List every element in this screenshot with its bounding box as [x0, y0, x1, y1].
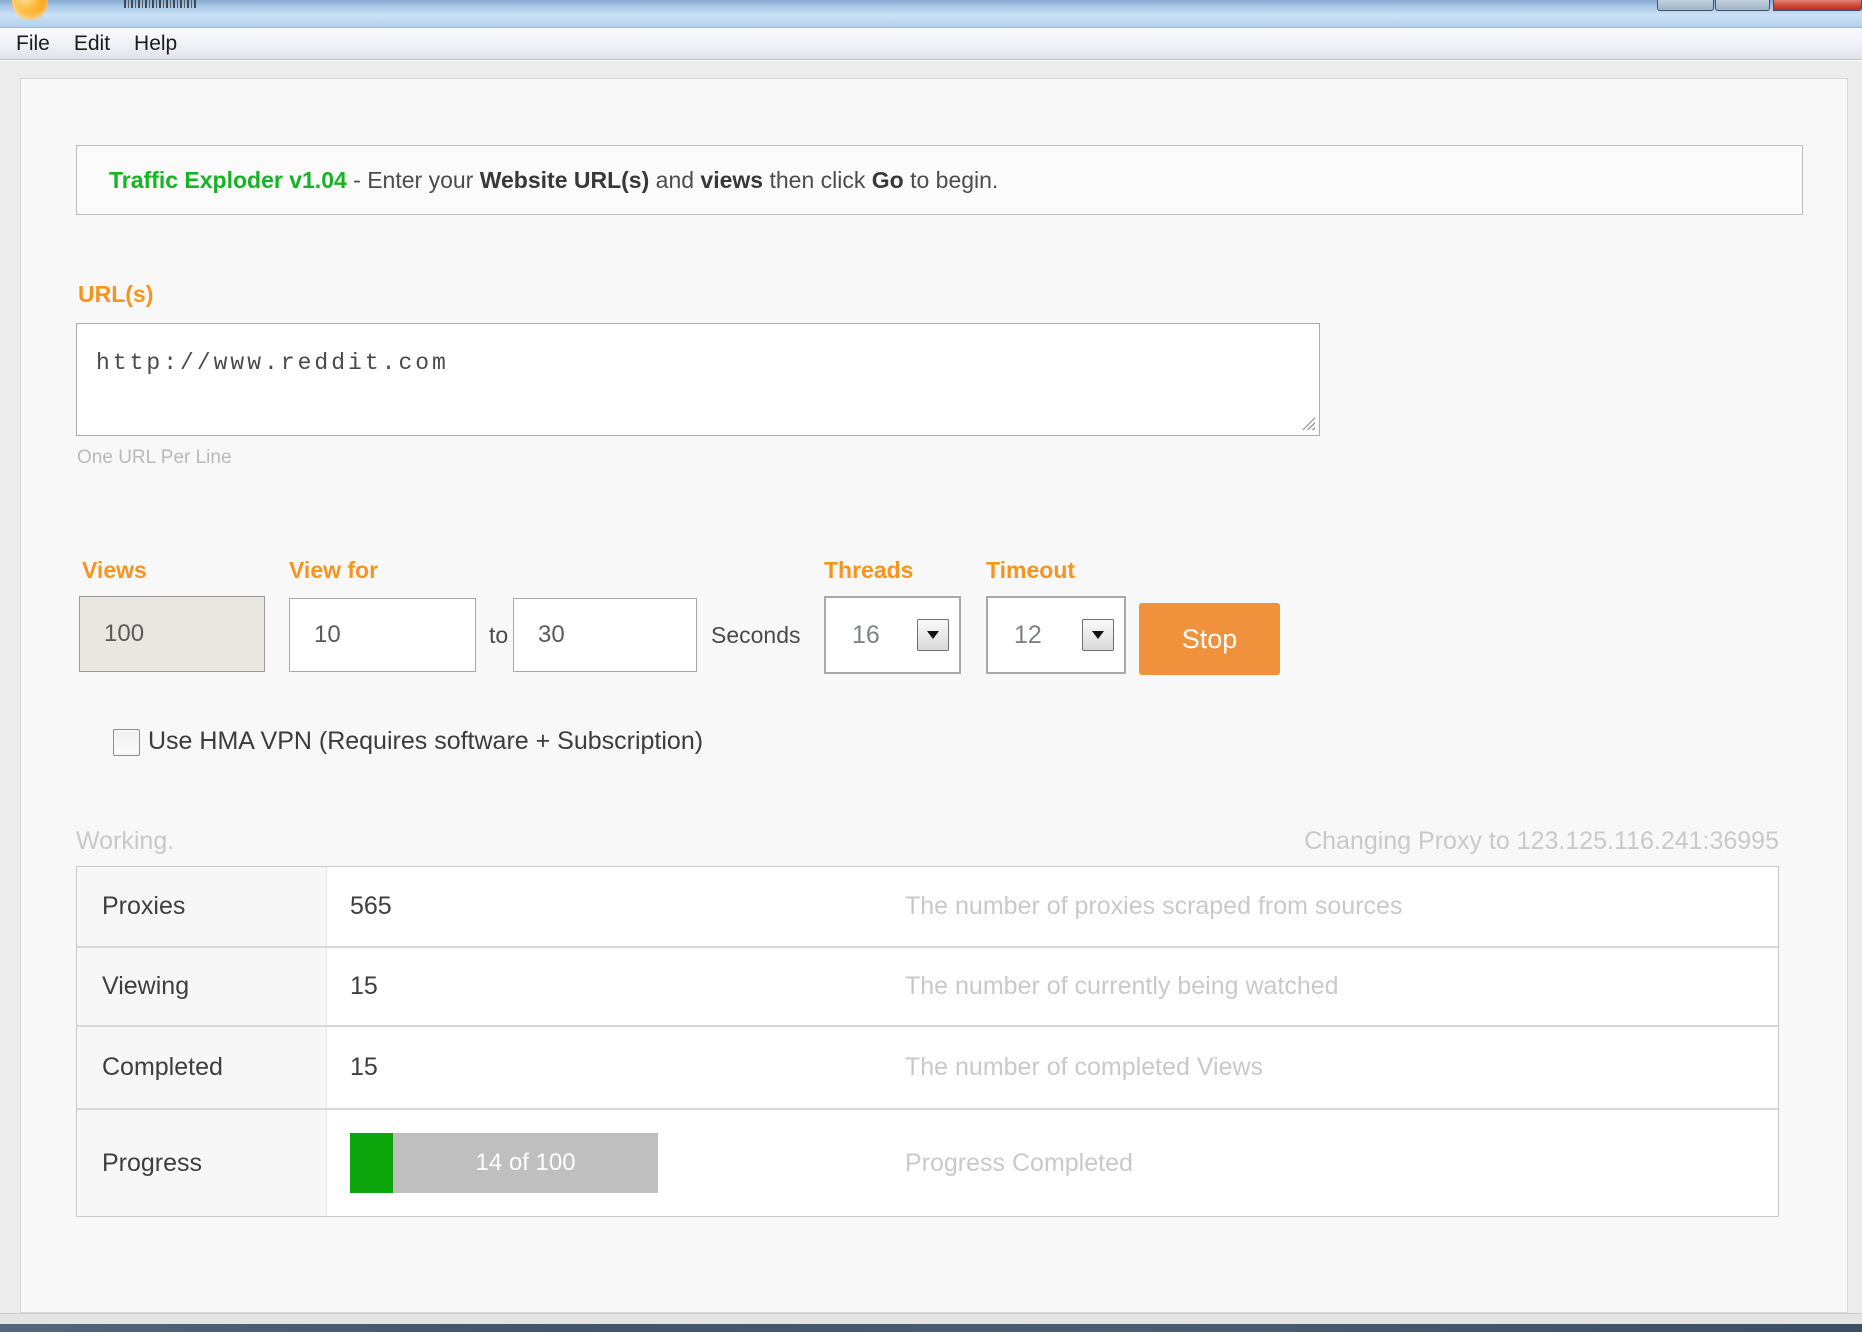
status-working: Working.: [76, 827, 174, 856]
main-panel: Traffic Exploder v1.04 - Enter your Webs…: [20, 78, 1848, 1313]
row-value: 565: [327, 892, 905, 921]
urls-hint: One URL Per Line: [77, 447, 232, 469]
to-label: to: [489, 598, 508, 672]
header-text: and: [649, 167, 700, 194]
row-value: 15: [327, 1053, 905, 1082]
row-label: Completed: [77, 1027, 327, 1108]
taskbar-edge: [0, 1324, 1862, 1332]
table-row-completed: Completed 15 The number of completed Vie…: [77, 1025, 1778, 1108]
header-bold-url: Website URL(s): [480, 167, 650, 194]
chevron-down-icon: [1092, 631, 1104, 639]
header-text: - Enter your: [347, 167, 480, 194]
row-description: Progress Completed: [905, 1149, 1778, 1178]
app-logo-icon: [12, 0, 48, 20]
minimize-button[interactable]: [1657, 0, 1714, 11]
threads-dropdown-button[interactable]: [917, 619, 949, 651]
header-text: to begin.: [904, 167, 999, 194]
window-titlebar: [0, 0, 1862, 28]
timeout-label: Timeout: [986, 557, 1075, 584]
stats-table: Proxies 565 The number of proxies scrape…: [76, 866, 1779, 1217]
progress-fill: [350, 1133, 393, 1193]
close-button[interactable]: [1773, 0, 1862, 11]
threads-value: 16: [826, 621, 917, 650]
status-proxy: Changing Proxy to 123.125.116.241:36995: [1304, 827, 1779, 856]
window-bottom-frame: [0, 1313, 1862, 1324]
progress-bar-text: 14 of 100: [393, 1133, 658, 1193]
timeout-value: 12: [988, 621, 1082, 650]
row-value: 15: [327, 972, 905, 1001]
progress-cell: 14 of 100: [327, 1133, 905, 1193]
header-text: then click: [763, 167, 872, 194]
view-for-label: View for: [289, 557, 378, 584]
view-for-max-input[interactable]: [513, 598, 697, 672]
row-description: The number of completed Views: [905, 1053, 1778, 1082]
chevron-down-icon: [927, 631, 939, 639]
window-title: [124, 0, 198, 8]
row-label: Viewing: [77, 948, 327, 1025]
table-row-progress: Progress 14 of 100 Progress Completed: [77, 1108, 1778, 1216]
app-title: Traffic Exploder v1.04: [109, 167, 347, 194]
row-description: The number of currently being watched: [905, 972, 1778, 1001]
row-label: Proxies: [77, 867, 327, 946]
menu-file[interactable]: File: [4, 28, 62, 60]
threads-select[interactable]: 16: [824, 596, 961, 674]
urls-label: URL(s): [78, 281, 153, 308]
views-input[interactable]: [79, 596, 265, 672]
urls-textarea[interactable]: http://www.reddit.com: [76, 323, 1320, 436]
threads-label: Threads: [824, 557, 913, 584]
timeout-select[interactable]: 12: [986, 596, 1126, 674]
stop-button[interactable]: Stop: [1139, 603, 1280, 675]
window-controls: [1657, 0, 1862, 12]
app-window: File Edit Help Traffic Exploder v1.04 - …: [0, 0, 1862, 1332]
menu-bar: File Edit Help: [0, 28, 1862, 60]
table-row-proxies: Proxies 565 The number of proxies scrape…: [77, 867, 1778, 946]
row-description: The number of proxies scraped from sourc…: [905, 892, 1778, 921]
hma-vpn-checkbox[interactable]: [113, 729, 140, 756]
app-body: Traffic Exploder v1.04 - Enter your Webs…: [0, 61, 1862, 1313]
menu-help[interactable]: Help: [122, 28, 189, 60]
header-banner: Traffic Exploder v1.04 - Enter your Webs…: [76, 145, 1803, 215]
header-bold-views: views: [700, 167, 763, 194]
progress-bar: 14 of 100: [350, 1133, 658, 1193]
seconds-label: Seconds: [711, 598, 801, 672]
row-label: Progress: [77, 1110, 327, 1216]
hma-vpn-label: Use HMA VPN (Requires software + Subscri…: [148, 727, 703, 756]
timeout-dropdown-button[interactable]: [1082, 619, 1114, 651]
status-row: Working. Changing Proxy to 123.125.116.2…: [76, 827, 1779, 856]
view-for-min-input[interactable]: [289, 598, 476, 672]
views-label: Views: [82, 557, 147, 584]
maximize-button[interactable]: [1715, 0, 1770, 11]
table-row-viewing: Viewing 15 The number of currently being…: [77, 946, 1778, 1025]
menu-edit[interactable]: Edit: [62, 28, 122, 60]
header-bold-go: Go: [872, 167, 904, 194]
